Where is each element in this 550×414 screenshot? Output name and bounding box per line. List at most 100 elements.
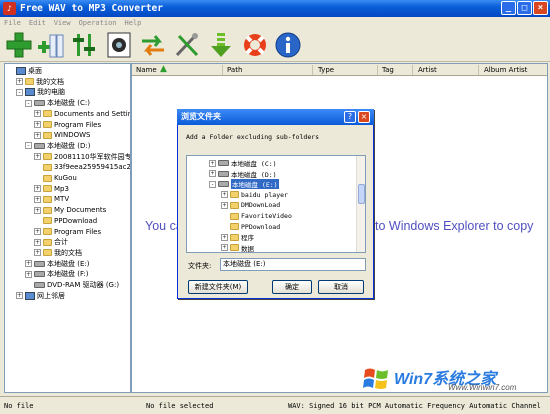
dialog-close-button[interactable]: × xyxy=(358,111,370,123)
expand-icon[interactable]: + xyxy=(34,131,41,139)
collapse-icon[interactable]: - xyxy=(25,142,32,150)
col-tag[interactable]: Tag xyxy=(382,66,394,74)
download-button[interactable] xyxy=(206,30,236,60)
tree-item[interactable]: + 本地磁盘 (F:) xyxy=(25,269,89,279)
col-type[interactable]: Type xyxy=(318,66,334,74)
tree-item[interactable]: + WINDOWS xyxy=(34,130,91,140)
tree-item[interactable]: + Program Files xyxy=(34,120,101,130)
cancel-button[interactable]: 取消 xyxy=(318,280,364,294)
dialog-tree-item[interactable]: FavoriteVideo xyxy=(221,211,292,221)
dialog-tree-item[interactable]: + 本地磁盘 (C:) xyxy=(209,158,277,168)
expand-icon[interactable]: + xyxy=(34,228,41,235)
dialog-tree-item-label: 程序 xyxy=(241,234,254,243)
folder-icon xyxy=(43,185,52,193)
dialog-tree-item[interactable]: + 本地磁盘 (D:) xyxy=(209,169,277,179)
tree-item[interactable]: PPDownload xyxy=(34,216,97,226)
minimize-button[interactable]: _ xyxy=(501,1,516,15)
tree-item[interactable]: + Mp3 xyxy=(34,184,69,194)
expand-icon[interactable]: + xyxy=(221,244,228,252)
col-name[interactable]: Name xyxy=(136,66,157,74)
folder-input[interactable]: 本地磁盘 (E:) xyxy=(220,258,366,271)
menu-help[interactable]: Help xyxy=(125,19,142,27)
tree-item[interactable]: + My Documents xyxy=(34,205,106,215)
expand-icon[interactable]: + xyxy=(25,270,32,278)
info-button[interactable] xyxy=(273,30,303,60)
dialog-tree-item[interactable]: + DMDownLoad xyxy=(221,200,280,210)
expand-icon[interactable]: + xyxy=(209,159,216,167)
tools-button[interactable] xyxy=(172,30,202,60)
convert-button[interactable] xyxy=(138,30,168,60)
folder-icon xyxy=(230,201,239,209)
expand-icon[interactable]: + xyxy=(34,195,41,203)
tree-item[interactable]: KuGou xyxy=(34,173,77,183)
tree-item-label: Documents and Settings xyxy=(54,109,130,118)
expand-icon[interactable]: + xyxy=(221,233,228,241)
tree-item[interactable]: DVD-RAM 驱动器 (G:) xyxy=(25,280,119,290)
tree-item[interactable]: 33f9eea25959415ac2e2 xyxy=(34,162,130,172)
menu-operation[interactable]: Operation xyxy=(79,19,117,27)
dialog-tree-item[interactable]: + 程序 xyxy=(221,232,254,242)
collapse-icon[interactable]: - xyxy=(16,88,23,96)
close-button[interactable]: × xyxy=(533,1,548,15)
tree-item[interactable]: 桌面 xyxy=(7,66,42,76)
col-artist[interactable]: Artist xyxy=(418,66,437,74)
add-folder-button[interactable] xyxy=(36,30,66,60)
new-folder-button[interactable]: 新建文件夹(M) xyxy=(188,280,248,294)
folder-icon xyxy=(43,121,52,128)
dialog-tree-scrollbar[interactable] xyxy=(356,156,365,252)
col-path[interactable]: Path xyxy=(227,66,242,74)
add-folder-icon xyxy=(38,34,64,58)
settings-button[interactable] xyxy=(70,30,100,60)
collapse-icon[interactable]: - xyxy=(25,99,32,107)
expand-icon[interactable]: + xyxy=(34,238,41,246)
dialog-tree-item[interactable]: + 数据 xyxy=(221,243,254,252)
dialog-tree-item[interactable]: - 本地磁盘 (E:) xyxy=(209,179,279,190)
tree-item[interactable]: + 本地磁盘 (E:) xyxy=(25,259,89,269)
help-ring-button[interactable] xyxy=(240,30,270,60)
folder-icon xyxy=(43,153,52,161)
expand-icon[interactable]: + xyxy=(221,191,228,199)
col-album-artist[interactable]: Album Artist xyxy=(484,66,527,74)
expand-icon[interactable]: + xyxy=(34,185,41,193)
tree-item[interactable]: + 合计 xyxy=(34,237,68,247)
expand-icon[interactable]: + xyxy=(221,201,228,209)
folder-tree-panel[interactable]: 桌面 + 我的文档 - 我的电脑 - 本地磁盘 (C:) + Documents and Set… xyxy=(4,63,131,393)
expand-icon[interactable]: + xyxy=(34,110,41,118)
scrollbar-thumb[interactable] xyxy=(358,184,365,204)
dialog-tree-item-label: PPDownload xyxy=(241,222,281,231)
title-bar[interactable]: ♪ Free WAV to MP3 Converter _ □ × xyxy=(0,0,550,17)
expand-icon[interactable]: + xyxy=(16,292,23,300)
menu-file[interactable]: File xyxy=(4,19,21,27)
dialog-folder-tree[interactable]: + 本地磁盘 (C:) + 本地磁盘 (D:) - 本地磁盘 (E:) + baidu pla… xyxy=(186,155,366,253)
add-file-button[interactable] xyxy=(4,30,34,60)
maximize-button[interactable]: □ xyxy=(517,1,532,15)
tree-item[interactable]: - 本地磁盘 (C:) xyxy=(25,98,90,108)
tree-item[interactable]: + Documents and Settings xyxy=(34,109,130,119)
watermark: Win7系统之家 Www.Winwin7.com xyxy=(362,362,548,394)
dialog-tree-item[interactable]: + baidu player xyxy=(221,190,288,200)
dialog-help-button[interactable]: ? xyxy=(344,111,356,123)
wav-logo-button[interactable] xyxy=(104,30,134,60)
tree-item[interactable]: - 我的电脑 xyxy=(16,87,65,97)
tree-item[interactable]: - 本地磁盘 (D:) xyxy=(25,141,90,151)
menu-edit[interactable]: Edit xyxy=(29,19,46,27)
expand-icon[interactable]: + xyxy=(34,249,41,257)
tree-item[interactable]: + 我的文档 xyxy=(34,248,82,258)
tree-item[interactable]: +20081110华军软件园专 xyxy=(34,152,130,162)
dialog-tree-item[interactable]: PPDownload xyxy=(221,222,280,232)
expand-icon[interactable]: + xyxy=(34,121,41,128)
tree-item[interactable]: + 网上邻居 xyxy=(16,291,65,301)
expand-icon[interactable]: + xyxy=(16,78,23,86)
expand-icon[interactable]: + xyxy=(209,170,216,178)
collapse-icon[interactable]: - xyxy=(209,180,216,188)
tree-item[interactable]: + 我的文档 xyxy=(16,77,64,87)
folder-label: 文件夹: xyxy=(188,262,212,270)
status-middle: No file selected xyxy=(146,402,214,410)
expand-icon[interactable]: + xyxy=(34,206,41,214)
ok-button[interactable]: 确定 xyxy=(272,280,312,294)
tree-item[interactable]: + Program Files xyxy=(34,227,101,237)
menu-view[interactable]: View xyxy=(54,19,71,27)
tree-item[interactable]: + MTV xyxy=(34,194,69,204)
expand-icon[interactable]: + xyxy=(34,153,41,161)
expand-icon[interactable]: + xyxy=(25,260,32,268)
